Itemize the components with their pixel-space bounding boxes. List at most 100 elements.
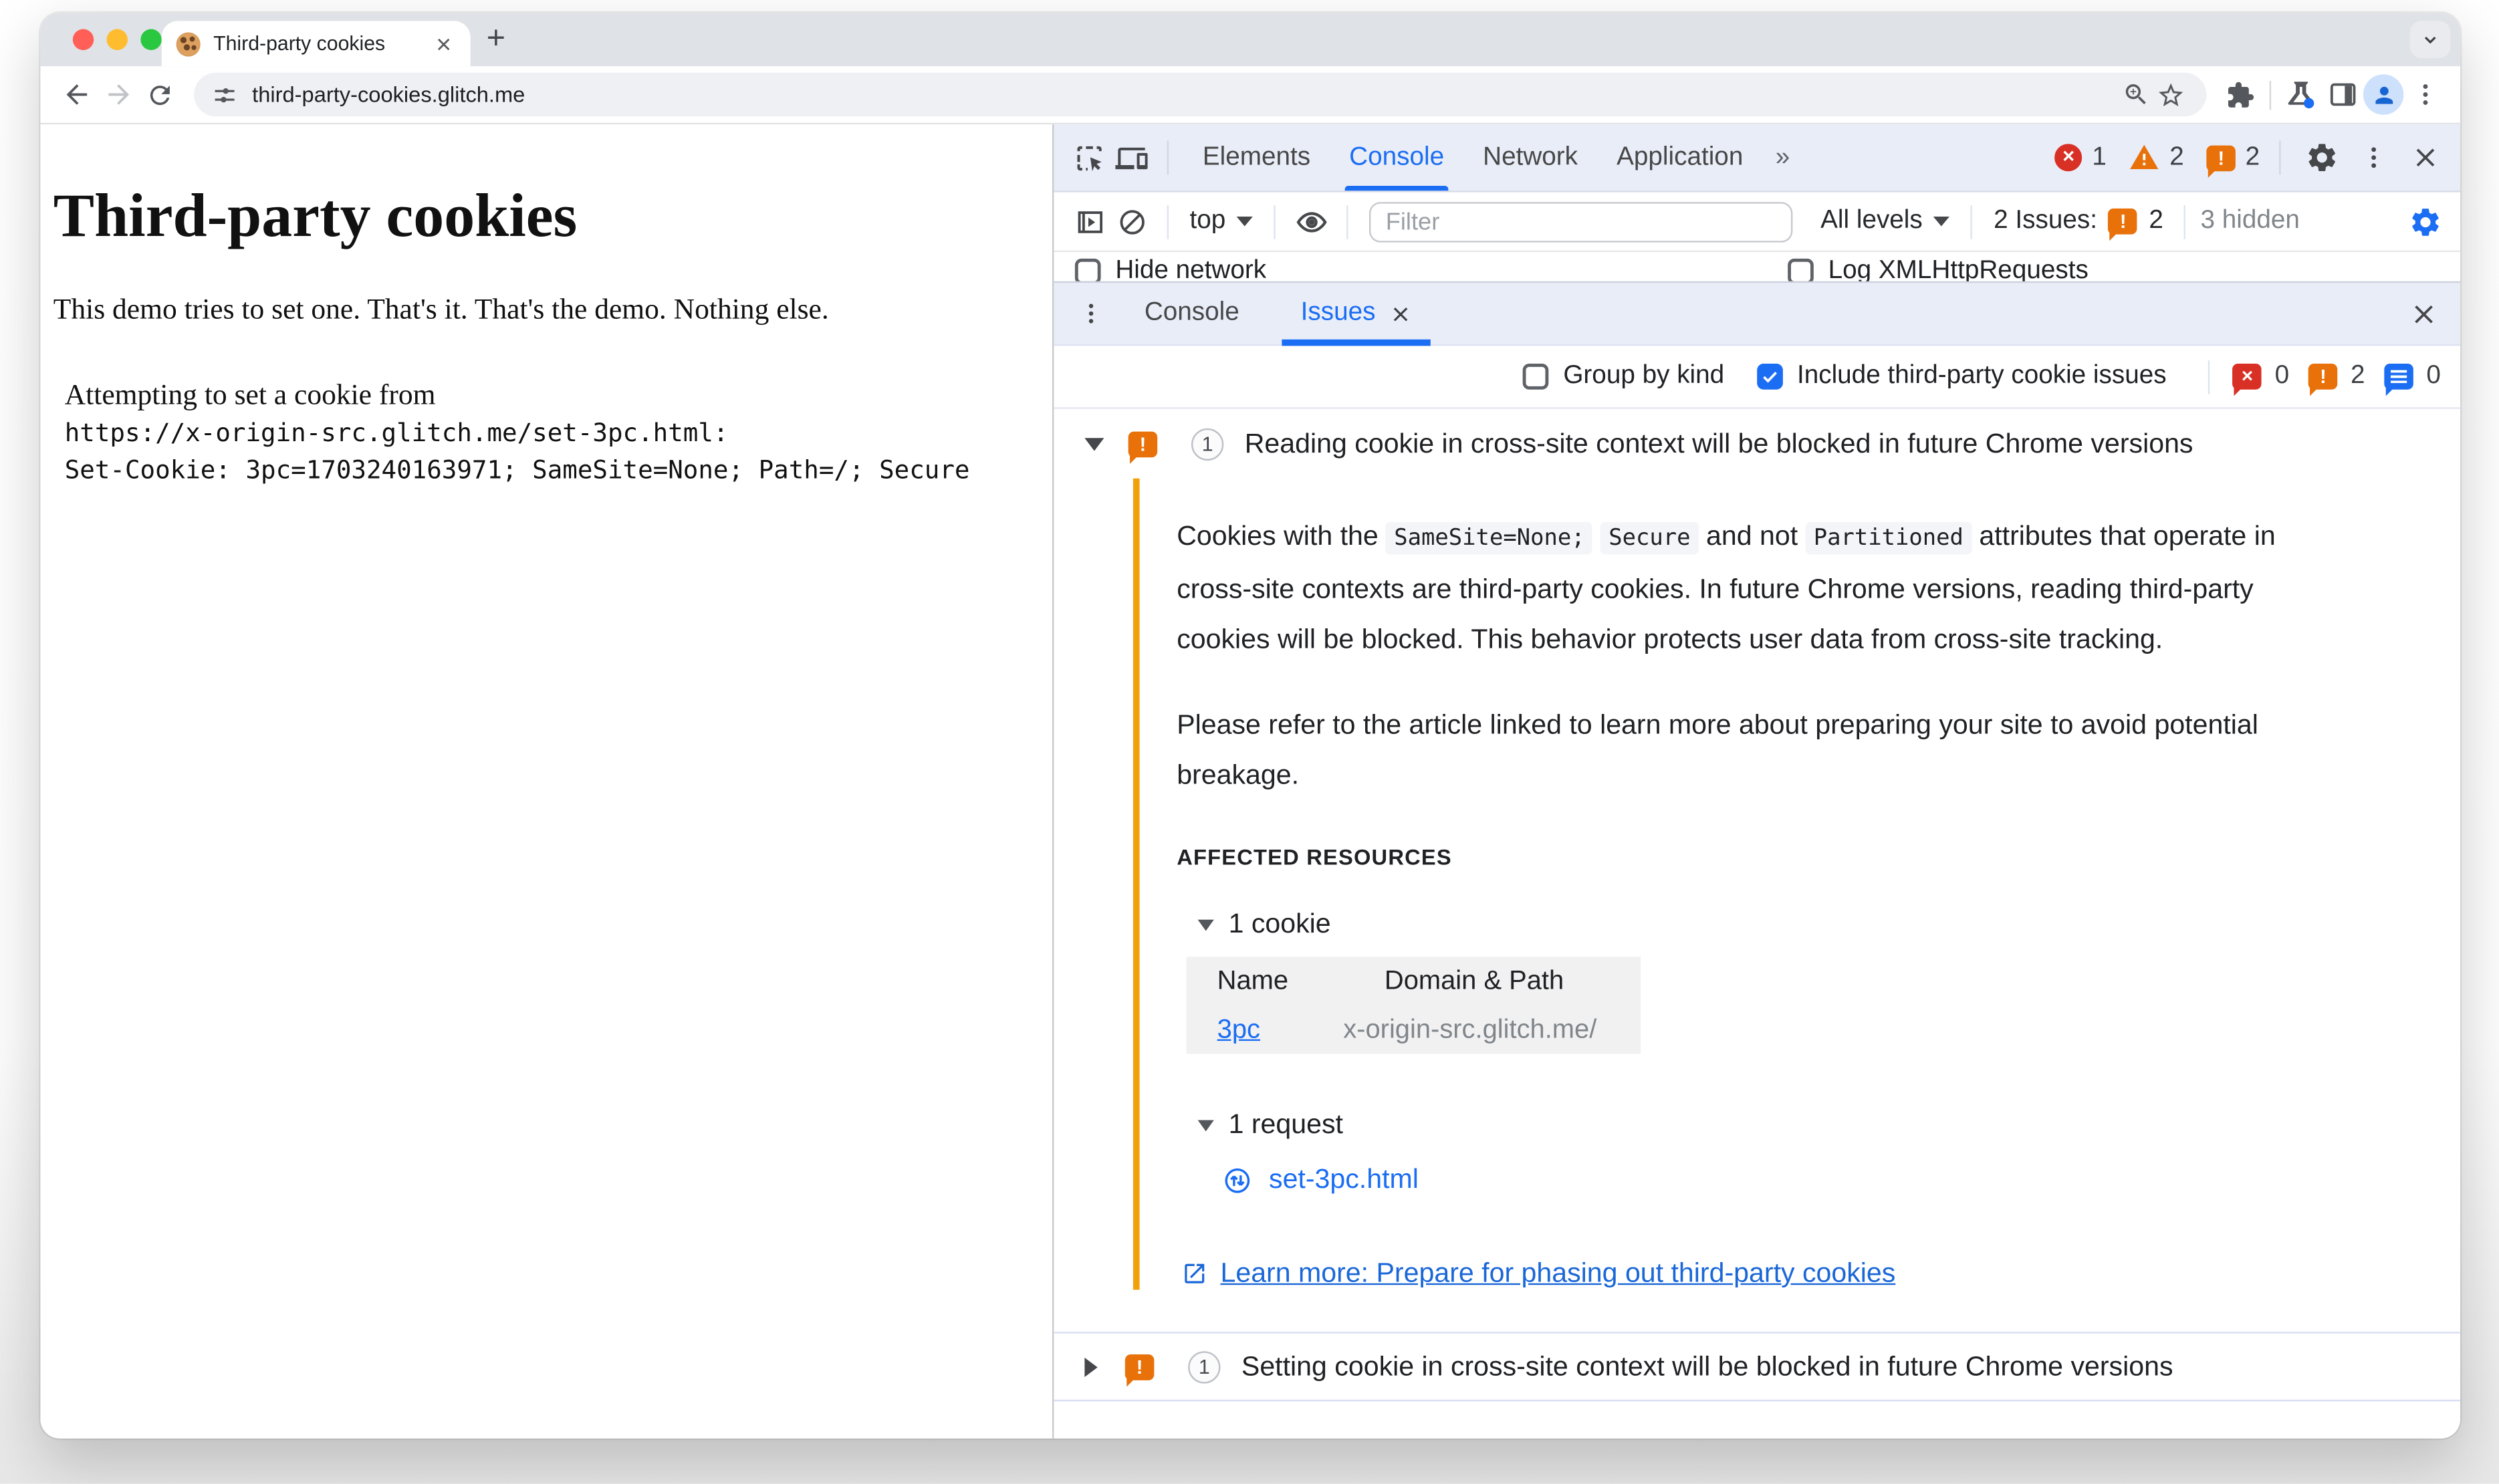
back-button[interactable] xyxy=(55,74,97,116)
issues-badge-icon[interactable] xyxy=(2206,144,2236,177)
reload-button[interactable] xyxy=(139,74,181,116)
checkbox-checked-icon xyxy=(1756,364,1783,390)
drawer-tab-console[interactable]: Console xyxy=(1122,283,1262,344)
network-request-icon xyxy=(1222,1164,1253,1195)
group-by-kind-label: Group by kind xyxy=(1563,362,1725,390)
devtools-more-icon[interactable] xyxy=(2352,136,2394,178)
issue-count-badge: 1 xyxy=(1191,427,1224,460)
group-by-kind-checkbox[interactable]: Group by kind xyxy=(1522,362,1725,392)
live-expression-eye-icon[interactable] xyxy=(1290,201,1332,243)
devtools-close-icon[interactable] xyxy=(2403,136,2446,178)
request-group-label: 1 request xyxy=(1228,1108,1343,1140)
extensions-puzzle-icon[interactable] xyxy=(2220,74,2262,116)
inspect-element-icon[interactable] xyxy=(1068,136,1110,178)
include-third-party-label: Include third-party cookie issues xyxy=(1796,362,2167,390)
drawer-issues-close-icon[interactable] xyxy=(1390,303,1411,324)
tab-console[interactable]: Console xyxy=(1330,124,1463,191)
person-icon xyxy=(2371,82,2397,108)
cookie-name-link[interactable]: 3pc xyxy=(1217,1014,1260,1043)
log-xhr-checkbox[interactable]: Log XMLHttpRequests xyxy=(1788,257,2089,281)
issue-count-badge: 1 xyxy=(1188,1350,1221,1383)
tab-search-button[interactable] xyxy=(2410,21,2451,59)
console-filter-input[interactable] xyxy=(1369,201,1794,242)
hide-network-checkbox[interactable]: Hide network xyxy=(1074,257,1266,281)
address-bar[interactable]: third-party-cookies.glitch.me xyxy=(194,72,2207,117)
cookie-table-row: 3pc x-origin-src.glitch.me/ xyxy=(1187,1005,1641,1054)
minimize-window-button[interactable] xyxy=(106,29,128,50)
attempt-url: https://x-origin-src.glitch.me/set-3pc.h… xyxy=(64,418,729,447)
cookie-attempt-block: Attempting to set a cookie from https://… xyxy=(65,376,1040,490)
breaking-changes-badge-icon xyxy=(2308,364,2338,396)
context-selector[interactable]: top xyxy=(1183,207,1260,236)
affected-cookies-table: Name Domain & Path 3pc x-origin-src.glit… xyxy=(1186,957,1641,1054)
checkbox-icon xyxy=(1074,258,1101,281)
log-level-value: All levels xyxy=(1820,207,1923,235)
fullscreen-window-button[interactable] xyxy=(140,29,162,50)
code-chip: Partitioned xyxy=(1805,521,1972,555)
console-toolbar-divider xyxy=(1971,204,1973,239)
site-settings-tune-icon[interactable] xyxy=(212,82,238,108)
bookmark-star-icon[interactable] xyxy=(2153,77,2189,112)
experiments-flask-icon[interactable] xyxy=(2279,74,2321,116)
warning-count: 2 xyxy=(2169,142,2184,171)
issues-counter-icon xyxy=(2108,208,2138,241)
close-window-button[interactable] xyxy=(72,29,94,50)
context-selector-value: top xyxy=(1189,207,1226,235)
console-settings-row: Hide network Log XMLHttpRequests xyxy=(1054,252,2460,281)
error-count: 1 xyxy=(2092,142,2107,171)
dropdown-arrow-icon xyxy=(1237,216,1254,227)
log-level-selector[interactable]: All levels xyxy=(1814,207,1956,236)
error-badge-icon[interactable] xyxy=(2054,144,2082,172)
group-caret-icon xyxy=(1197,1119,1214,1131)
issues-list: 1 Reading cookie in cross-site context w… xyxy=(1054,408,2460,1439)
new-tab-button[interactable]: + xyxy=(487,15,505,65)
request-file-link[interactable]: set-3pc.html xyxy=(1269,1164,1419,1196)
profile-avatar[interactable] xyxy=(2363,74,2404,115)
tab-close-icon[interactable] xyxy=(430,31,456,57)
learn-more-row: Learn more: Prepare for phasing out thir… xyxy=(1181,1257,2437,1289)
tabbar-divider xyxy=(1167,140,1169,175)
issues-toolbar: Group by kind Include third-party cookie… xyxy=(1054,346,2460,409)
browser-menu-more-icon[interactable] xyxy=(2403,74,2446,116)
drawer-close-icon[interactable] xyxy=(2402,293,2444,335)
cookie-group-toggle[interactable]: 1 cookie xyxy=(1197,908,2437,941)
cookie-domain-path: x-origin-src.glitch.me/ xyxy=(1343,1014,1597,1043)
col-domain-path: Domain & Path xyxy=(1384,965,1564,995)
learn-more-link[interactable]: Learn more: Prepare for phasing out thir… xyxy=(1220,1257,1895,1289)
device-toolbar-icon[interactable] xyxy=(1110,136,1153,178)
page-errors-badge-icon xyxy=(2232,364,2262,396)
drawer-more-icon[interactable] xyxy=(1070,293,1112,335)
warning-triangle-icon[interactable] xyxy=(2129,142,2160,173)
devtools-tab-bar: Elements Console Network Application » 1… xyxy=(1054,124,2460,193)
zoom-icon[interactable] xyxy=(2117,77,2153,112)
tab-network[interactable]: Network xyxy=(1463,124,1597,191)
hidden-messages-label[interactable]: 3 hidden xyxy=(2200,207,2299,236)
set-cookie-line: Set-Cookie: 3pc=1703240163971; SameSite=… xyxy=(64,455,970,485)
more-tabs-icon[interactable]: » xyxy=(1762,143,1804,172)
collapse-caret-icon[interactable] xyxy=(1084,437,1104,451)
request-group-toggle[interactable]: 1 request xyxy=(1197,1108,2437,1141)
browser-tab[interactable]: Third-party cookies xyxy=(161,21,471,67)
issue-description-2: Please refer to the article linked to le… xyxy=(1177,709,2258,791)
console-settings-gear-icon[interactable] xyxy=(2403,201,2446,243)
drawer-tab-issues[interactable]: Issues xyxy=(1278,283,1434,346)
tab-elements[interactable]: Elements xyxy=(1183,124,1330,191)
window-controls xyxy=(72,29,162,50)
expand-caret-icon[interactable] xyxy=(1084,1356,1098,1376)
drawer-issues-label: Issues xyxy=(1300,299,1376,327)
tab-application[interactable]: Application xyxy=(1597,124,1762,191)
console-sidebar-toggle-icon[interactable] xyxy=(1068,201,1110,243)
console-toolbar-divider xyxy=(1346,204,1349,239)
forward-button[interactable] xyxy=(97,74,139,116)
clear-console-icon[interactable] xyxy=(1110,201,1153,243)
issues-counter[interactable]: 2 Issues: 2 xyxy=(1987,207,2169,241)
console-toolbar-divider xyxy=(1274,204,1276,239)
issue-row-collapsed[interactable]: 1 Setting cookie in cross-site context w… xyxy=(1054,1332,2460,1402)
side-panel-icon[interactable] xyxy=(2321,74,2363,116)
devtools-settings-gear-icon[interactable] xyxy=(2300,136,2343,178)
issue-row-expanded[interactable]: 1 Reading cookie in cross-site context w… xyxy=(1054,408,2460,479)
cookie-group-label: 1 cookie xyxy=(1228,908,1331,939)
include-third-party-checkbox[interactable]: Include third-party cookie issues xyxy=(1756,362,2167,392)
tab-strip: Third-party cookies + xyxy=(40,13,2460,67)
chevron-down-icon xyxy=(2420,29,2441,50)
